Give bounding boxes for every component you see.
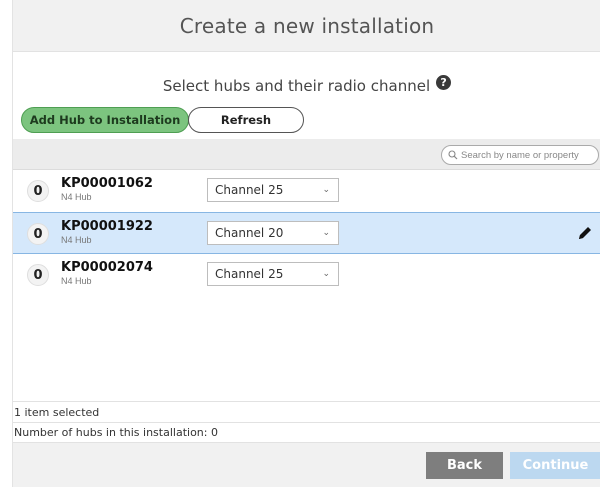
search-icon — [448, 150, 458, 160]
channel-value: Channel 25 — [215, 183, 284, 197]
dialog-footer: Back Continue — [13, 443, 600, 487]
add-hub-button[interactable]: Add Hub to Installation — [21, 107, 189, 133]
chevron-down-icon: ⌄ — [322, 228, 330, 238]
search-input[interactable] — [461, 149, 591, 161]
hub-count-badge: 0 — [27, 223, 49, 245]
chevron-down-icon: ⌄ — [322, 269, 330, 279]
dialog-subtitle: Select hubs and their radio channel — [162, 77, 431, 95]
chevron-down-icon: ⌄ — [322, 185, 330, 195]
channel-select[interactable]: Channel 25 ⌄ — [207, 178, 339, 202]
hub-type: N4 Hub — [61, 192, 92, 202]
back-button[interactable]: Back — [426, 452, 503, 479]
hub-row[interactable]: 0 KP00002074 N4 Hub Channel 25 ⌄ — [13, 254, 600, 296]
hub-count-badge: 0 — [27, 180, 49, 202]
hub-type: N4 Hub — [61, 235, 92, 245]
list-toolbar — [13, 139, 600, 170]
channel-value: Channel 25 — [215, 267, 284, 281]
search-box[interactable] — [441, 145, 599, 165]
refresh-button[interactable]: Refresh — [188, 107, 304, 133]
create-installation-dialog: Create a new installation Select hubs an… — [12, 0, 600, 487]
hub-type: N4 Hub — [61, 276, 92, 286]
hub-count-status: Number of hubs in this installation: 0 — [13, 422, 600, 443]
dialog-title-bar: Create a new installation — [13, 0, 600, 52]
hub-id: KP00001062 — [61, 176, 153, 191]
pencil-icon[interactable] — [577, 225, 593, 241]
channel-select[interactable]: Channel 20 ⌄ — [207, 221, 339, 245]
help-icon[interactable]: ? — [436, 74, 452, 90]
channel-value: Channel 20 — [215, 226, 284, 240]
channel-select[interactable]: Channel 25 ⌄ — [207, 262, 339, 286]
selection-status: 1 item selected — [13, 401, 600, 422]
dialog-title: Create a new installation — [179, 13, 435, 38]
continue-button[interactable]: Continue — [510, 452, 600, 479]
hub-id: KP00002074 — [61, 260, 153, 275]
subtitle-row: Select hubs and their radio channel ? — [13, 74, 600, 98]
hub-id: KP00001922 — [61, 219, 153, 234]
hub-count-badge: 0 — [27, 264, 49, 286]
hub-row[interactable]: 0 KP00001922 N4 Hub Channel 20 ⌄ — [13, 212, 600, 254]
hub-row[interactable]: 0 KP00001062 N4 Hub Channel 25 ⌄ — [13, 170, 600, 212]
hub-list: 0 KP00001062 N4 Hub Channel 25 ⌄ 0 KP00001922 N… — [13, 170, 600, 296]
